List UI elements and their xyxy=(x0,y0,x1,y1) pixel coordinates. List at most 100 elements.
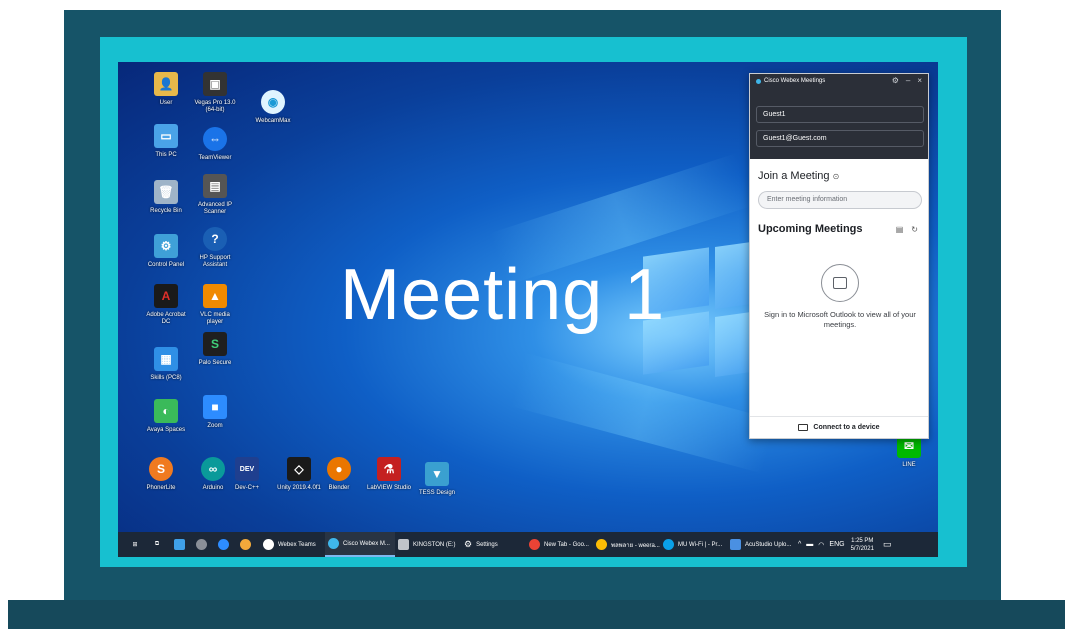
taskbar-item-mu-wifi[interactable]: MU Wi-Fi | - Pr... xyxy=(660,532,727,557)
arduino-icon: ∞ xyxy=(201,457,225,481)
taskbar-label: พลพลาย - weera... xyxy=(611,542,660,549)
email-field[interactable]: Guest1@Guest.com xyxy=(756,130,924,147)
desktop-icon-user[interactable]: 👤 User xyxy=(143,72,189,107)
gear-icon[interactable]: ⚙ xyxy=(892,76,899,85)
desktop-icon-tess[interactable]: ▼ TESS Design xyxy=(414,462,460,497)
taskbar-label: Cisco Webex M... xyxy=(343,540,390,547)
wifi-icon[interactable]: ◠ xyxy=(818,541,824,549)
desktop-icon-teamviewer[interactable]: ⇔ TeamViewer xyxy=(192,127,238,162)
chrome-icon xyxy=(529,539,540,550)
upcoming-actions: ▤ ↻ xyxy=(896,225,918,234)
clock-date: 5/7/2021 xyxy=(850,545,874,552)
drive-icon xyxy=(398,539,409,550)
devcpp-icon: DEV xyxy=(235,457,259,481)
close-icon[interactable]: × xyxy=(917,76,922,85)
join-meeting-heading: Join a Meeting ⊙ xyxy=(758,170,839,182)
taskbar-item-new-tab[interactable]: New Tab - Goo... xyxy=(526,532,593,557)
desktop-icon-vegas[interactable]: ▣ Vegas Pro 13.0 (64-bit) xyxy=(192,72,238,114)
desktop-icon-recycle-bin[interactable]: 🗑 Recycle Bin xyxy=(143,180,189,215)
scanner-icon: ▤ xyxy=(203,174,227,198)
calendar-placeholder-icon xyxy=(821,264,859,302)
zoom-icon: ■ xyxy=(203,395,227,419)
start-button[interactable]: ⊞ xyxy=(126,532,144,557)
webex-meetings-icon xyxy=(328,538,339,549)
desktop-icon-devcpp[interactable]: DEV Dev-C++ xyxy=(224,457,270,492)
desktop-icon-avaya-spaces[interactable]: ◐ Avaya Spaces xyxy=(143,399,189,434)
gear-icon: ⚙ xyxy=(464,539,473,549)
stage: Meeting 1 👤 User ▭ This PC 🗑 Recycle Bin ⚙ C… xyxy=(0,0,1065,629)
calendar-box xyxy=(833,277,847,289)
camera-icon xyxy=(195,539,207,550)
desktop-icon-zoom[interactable]: ■ Zoom xyxy=(192,395,238,430)
unity-icon: ◇ xyxy=(287,457,311,481)
name-field[interactable]: Guest1 xyxy=(756,106,924,123)
vegas-icon: ▣ xyxy=(203,72,227,96)
notification-button[interactable]: ▭ xyxy=(880,532,895,557)
taskbar-item-settings[interactable]: ⚙ Settings xyxy=(461,532,526,557)
meeting-title: Meeting 1 xyxy=(340,255,666,335)
user-folder-icon: 👤 xyxy=(154,72,178,96)
language-indicator[interactable]: ENG xyxy=(829,541,844,548)
desktop-icon-palo-secure[interactable]: S Palo Secure xyxy=(192,332,238,367)
desktop-icon-phonerlite[interactable]: S PhonerLite xyxy=(138,457,184,492)
taskbar-item-webex-meetings[interactable]: Cisco Webex M... xyxy=(325,532,395,557)
acrobat-icon: A xyxy=(154,284,178,308)
camera-button[interactable] xyxy=(192,532,210,557)
battery-icon[interactable]: ▬ xyxy=(806,541,813,548)
chrome-button[interactable] xyxy=(236,532,254,557)
chevron-up-icon[interactable]: ^ xyxy=(798,541,801,548)
blender-icon: ● xyxy=(327,457,351,481)
connect-device-label: Connect to a device xyxy=(813,424,880,431)
desktop-icon-vlc[interactable]: ▲ VLC media player xyxy=(192,284,238,326)
control-panel-icon: ⚙ xyxy=(154,234,178,258)
minimize-icon[interactable]: – xyxy=(906,76,910,85)
task-view-icon: ⧉ xyxy=(154,541,160,547)
sip-icon: S xyxy=(149,457,173,481)
taskbar-label: Settings xyxy=(476,541,498,548)
taskbar-item-weera[interactable]: พลพลาย - weera... xyxy=(593,532,660,557)
connect-device-button[interactable]: Connect to a device xyxy=(750,416,928,438)
taskbar-item-kingston[interactable]: KINGSTON (E:) xyxy=(395,532,461,557)
bottom-bar xyxy=(8,600,1065,629)
refresh-icon[interactable]: ↻ xyxy=(911,225,918,234)
upcoming-meetings-heading: Upcoming Meetings xyxy=(758,223,863,235)
calendar-icon[interactable]: ▤ xyxy=(896,225,904,234)
desktop-icon-skills[interactable]: ▦ Skills (PC8) xyxy=(143,347,189,382)
desktop-icon-line[interactable]: ✉ LINE xyxy=(886,434,932,469)
desktop-icon-ip-scanner[interactable]: ▤ Advanced IP Scanner xyxy=(192,174,238,216)
taskbar-label: AcuStudio Uplo... xyxy=(745,541,792,548)
acustudio-icon xyxy=(730,539,741,550)
mail-button[interactable] xyxy=(170,532,188,557)
cast-icon xyxy=(798,424,809,431)
webex-title: Cisco Webex Meetings xyxy=(756,78,825,84)
meeting-info-input[interactable]: Enter meeting information xyxy=(758,191,922,209)
computer-icon: ▭ xyxy=(154,124,178,148)
clock[interactable]: 1:25 PM 5/7/2021 xyxy=(851,532,874,557)
task-view-button[interactable]: ⧉ xyxy=(148,532,166,557)
desktop-icon-labview[interactable]: ⚗ LabVIEW Studio xyxy=(366,457,412,492)
teamviewer-icon: ⇔ xyxy=(203,127,227,151)
chrome-icon xyxy=(239,539,251,550)
browser-icon xyxy=(663,539,674,550)
info-icon[interactable]: ⊙ xyxy=(833,172,840,181)
desktop-icon-this-pc[interactable]: ▭ This PC xyxy=(143,124,189,159)
desktop-icon-hp-support[interactable]: ? HP Support Assistant xyxy=(192,227,238,269)
window-controls: ⚙ – × xyxy=(892,76,922,85)
taskbar-item-webex-teams[interactable]: Webex Teams xyxy=(260,532,325,557)
desktop-icon-acrobat[interactable]: A Adobe Acrobat DC xyxy=(143,284,189,326)
help-icon: ? xyxy=(203,227,227,251)
webex-title-text: Cisco Webex Meetings xyxy=(764,78,826,84)
labview-icon: ⚗ xyxy=(377,457,401,481)
desktop-icon-blender[interactable]: ● Blender xyxy=(316,457,362,492)
desktop-icon-webcammax[interactable]: ◉ WebcamMax xyxy=(250,90,296,125)
taskbar-item-acustudio[interactable]: AcuStudio Uplo... xyxy=(727,532,794,557)
webex-window: Cisco Webex Meetings ⚙ – × Guest1 Guest1… xyxy=(749,73,929,439)
windows-start-icon: ⊞ xyxy=(132,542,138,548)
edge-icon xyxy=(217,539,229,550)
webex-header: Cisco Webex Meetings ⚙ – × Guest1 Guest1… xyxy=(750,74,928,159)
outlook-signin-message: Sign in to Microsoft Outlook to view all… xyxy=(764,310,916,329)
taskbar-label: New Tab - Goo... xyxy=(544,541,589,548)
edge-button[interactable] xyxy=(214,532,232,557)
spaces-icon: ◐ xyxy=(154,399,178,423)
desktop-icon-control-panel[interactable]: ⚙ Control Panel xyxy=(143,234,189,269)
